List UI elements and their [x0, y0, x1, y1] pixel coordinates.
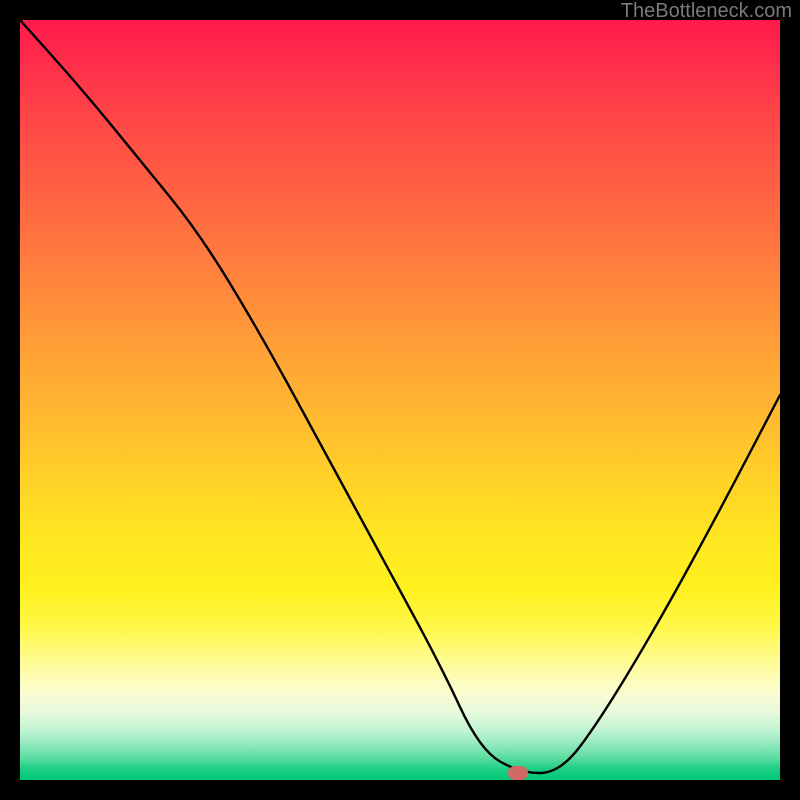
curve-svg: [20, 20, 780, 780]
chart-stage: TheBottleneck.com: [0, 0, 800, 800]
optimum-marker: [508, 766, 528, 780]
watermark-text: TheBottleneck.com: [621, 0, 792, 23]
plot-area: [20, 20, 780, 780]
bottleneck-curve-path: [20, 20, 780, 773]
